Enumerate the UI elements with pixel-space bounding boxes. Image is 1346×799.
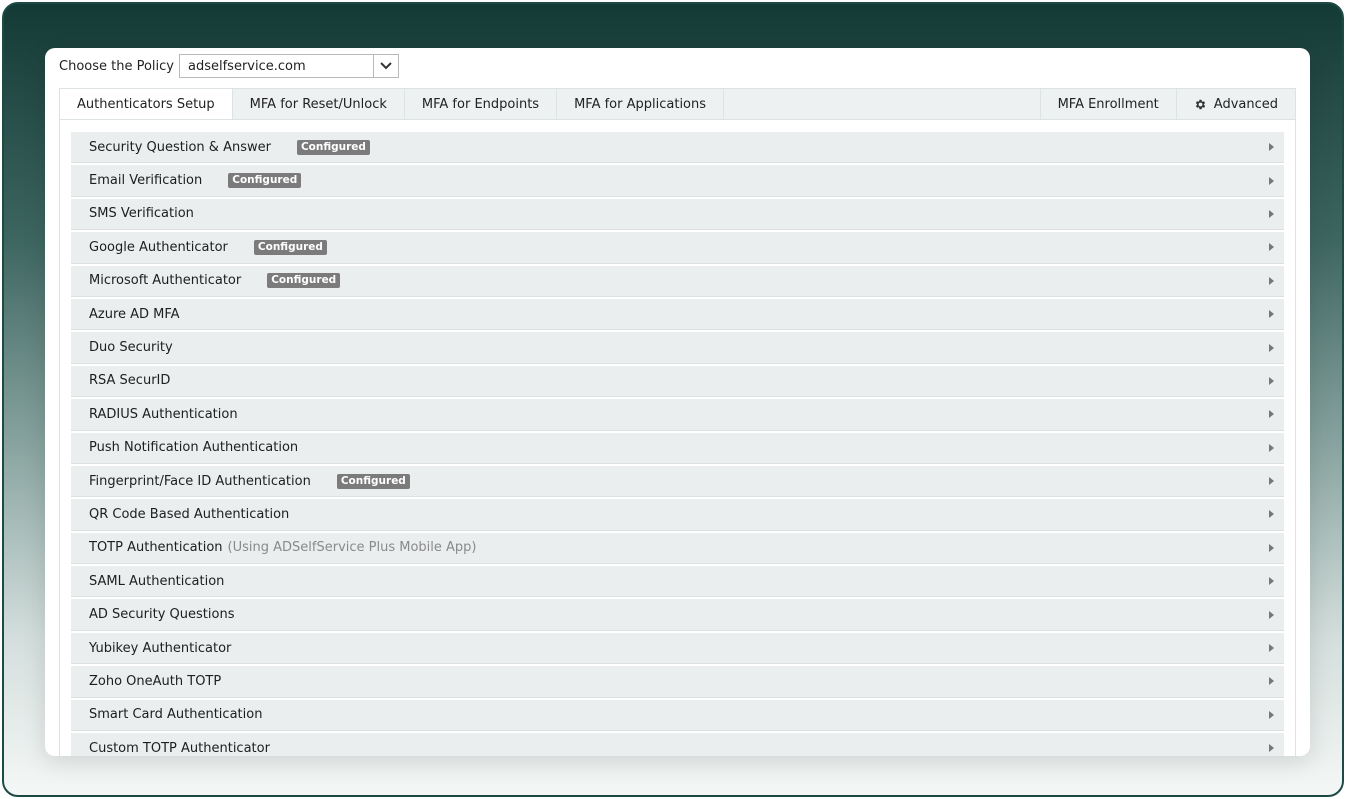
configured-badge: Configured: [336, 473, 410, 489]
authenticator-label: Smart Card Authentication: [89, 707, 263, 723]
configured-badge: Configured: [253, 239, 327, 255]
authenticator-row[interactable]: SMS Verification: [71, 198, 1284, 231]
authenticator-row[interactable]: Duo Security: [71, 332, 1284, 364]
authenticator-label: Zoho OneAuth TOTP: [89, 673, 222, 689]
authenticator-row[interactable]: AD Security Questions: [71, 599, 1284, 631]
configured-badge: Configured: [267, 273, 341, 289]
authenticators-content: Security Question & Answer Configured Emai…: [59, 119, 1296, 756]
caret-right-icon: [1269, 343, 1274, 352]
authenticator-label: AD Security Questions: [89, 607, 235, 623]
authenticator-row[interactable]: RSA SecurID: [71, 365, 1284, 398]
caret-right-icon: [1269, 677, 1274, 686]
authenticator-row[interactable]: Azure AD MFA: [71, 298, 1284, 331]
authenticator-label: Duo Security: [89, 340, 173, 356]
authenticator-label: SMS Verification: [89, 206, 194, 222]
authenticator-row[interactable]: Custom TOTP Authenticator: [71, 733, 1284, 756]
authenticator-row[interactable]: Email Verification Configured: [71, 165, 1284, 197]
authenticator-row[interactable]: QR Code Based Authentication: [71, 499, 1284, 531]
authenticator-label: Custom TOTP Authenticator: [89, 740, 270, 756]
authenticator-label: Azure AD MFA: [89, 306, 180, 322]
caret-right-icon: [1269, 510, 1274, 519]
caret-right-icon: [1269, 243, 1274, 252]
authenticator-row[interactable]: Google Authenticator Configured: [71, 232, 1284, 264]
authenticator-row[interactable]: Yubikey Authenticator: [71, 632, 1284, 665]
authenticator-row[interactable]: Fingerprint/Face ID Authentication Config…: [71, 465, 1284, 498]
tab-advanced[interactable]: Advanced: [1175, 89, 1295, 119]
caret-right-icon: [1269, 143, 1274, 152]
caret-right-icon: [1269, 176, 1274, 185]
authenticator-label: QR Code Based Authentication: [89, 506, 290, 522]
tab-authenticators-setup[interactable]: Authenticators Setup: [60, 89, 233, 120]
tab-spacer: [724, 89, 1040, 119]
caret-right-icon: [1269, 209, 1274, 218]
authenticator-label: Push Notification Authentication: [89, 440, 299, 456]
policy-dropdown[interactable]: adselfservice.com: [179, 54, 399, 78]
authenticator-note: (Using ADSelfService Plus Mobile App): [227, 540, 477, 556]
caret-right-icon: [1269, 744, 1274, 753]
authenticator-row[interactable]: SAML Authentication: [71, 566, 1284, 598]
caret-right-icon: [1269, 543, 1274, 552]
authenticator-label: TOTP Authentication: [89, 540, 223, 556]
configured-badge: Configured: [228, 173, 302, 189]
policy-label: Choose the Policy: [59, 58, 174, 74]
caret-right-icon: [1269, 644, 1274, 653]
authenticator-row[interactable]: Zoho OneAuth TOTP: [71, 666, 1284, 698]
screenshot-frame: Choose the Policy adselfservice.com Auth…: [2, 2, 1344, 797]
gear-icon: [1194, 98, 1207, 111]
authenticator-label: Microsoft Authenticator: [89, 273, 242, 289]
authenticator-row[interactable]: Push Notification Authentication: [71, 432, 1284, 464]
caret-right-icon: [1269, 276, 1274, 285]
authenticator-label: RSA SecurID: [89, 373, 171, 389]
tab-mfa-enrollment[interactable]: MFA Enrollment: [1039, 89, 1176, 119]
authenticator-label: RADIUS Authentication: [89, 406, 238, 422]
authenticator-label: Fingerprint/Face ID Authentication: [89, 473, 311, 489]
authenticator-row[interactable]: Smart Card Authentication: [71, 699, 1284, 732]
authenticator-row[interactable]: TOTP Authentication (Using ADSelfService …: [71, 532, 1284, 565]
chevron-down-icon[interactable]: [373, 55, 398, 77]
caret-right-icon: [1269, 376, 1274, 385]
authenticator-row[interactable]: Security Question & Answer Configured: [71, 132, 1284, 164]
authenticator-row[interactable]: RADIUS Authentication: [71, 399, 1284, 431]
caret-right-icon: [1269, 443, 1274, 452]
authenticator-list: Security Question & Answer Configured Emai…: [71, 132, 1284, 756]
authenticator-row[interactable]: Microsoft Authenticator Configured: [71, 265, 1284, 297]
authenticator-label: Security Question & Answer: [89, 139, 271, 155]
caret-right-icon: [1269, 410, 1274, 419]
caret-right-icon: [1269, 310, 1274, 319]
authenticator-label: Yubikey Authenticator: [89, 640, 232, 656]
policy-config-panel: Choose the Policy adselfservice.com Auth…: [45, 48, 1310, 756]
tab-mfa-endpoints[interactable]: MFA for Endpoints: [405, 89, 558, 119]
policy-dropdown-value: adselfservice.com: [188, 58, 306, 74]
authenticator-label: SAML Authentication: [89, 573, 225, 589]
caret-right-icon: [1269, 710, 1274, 719]
configured-badge: Configured: [296, 139, 370, 155]
tab-advanced-label: Advanced: [1213, 96, 1278, 112]
authenticator-label: Google Authenticator: [89, 239, 228, 255]
tab-bar: Authenticators Setup MFA for Reset/Unloc…: [59, 88, 1296, 120]
tab-mfa-applications[interactable]: MFA for Applications: [557, 89, 725, 119]
caret-right-icon: [1269, 477, 1274, 486]
tab-mfa-reset-unlock[interactable]: MFA for Reset/Unlock: [233, 89, 405, 119]
policy-selector-row: Choose the Policy adselfservice.com: [59, 53, 399, 79]
authenticator-label: Email Verification: [89, 173, 203, 189]
caret-right-icon: [1269, 610, 1274, 619]
caret-right-icon: [1269, 577, 1274, 586]
